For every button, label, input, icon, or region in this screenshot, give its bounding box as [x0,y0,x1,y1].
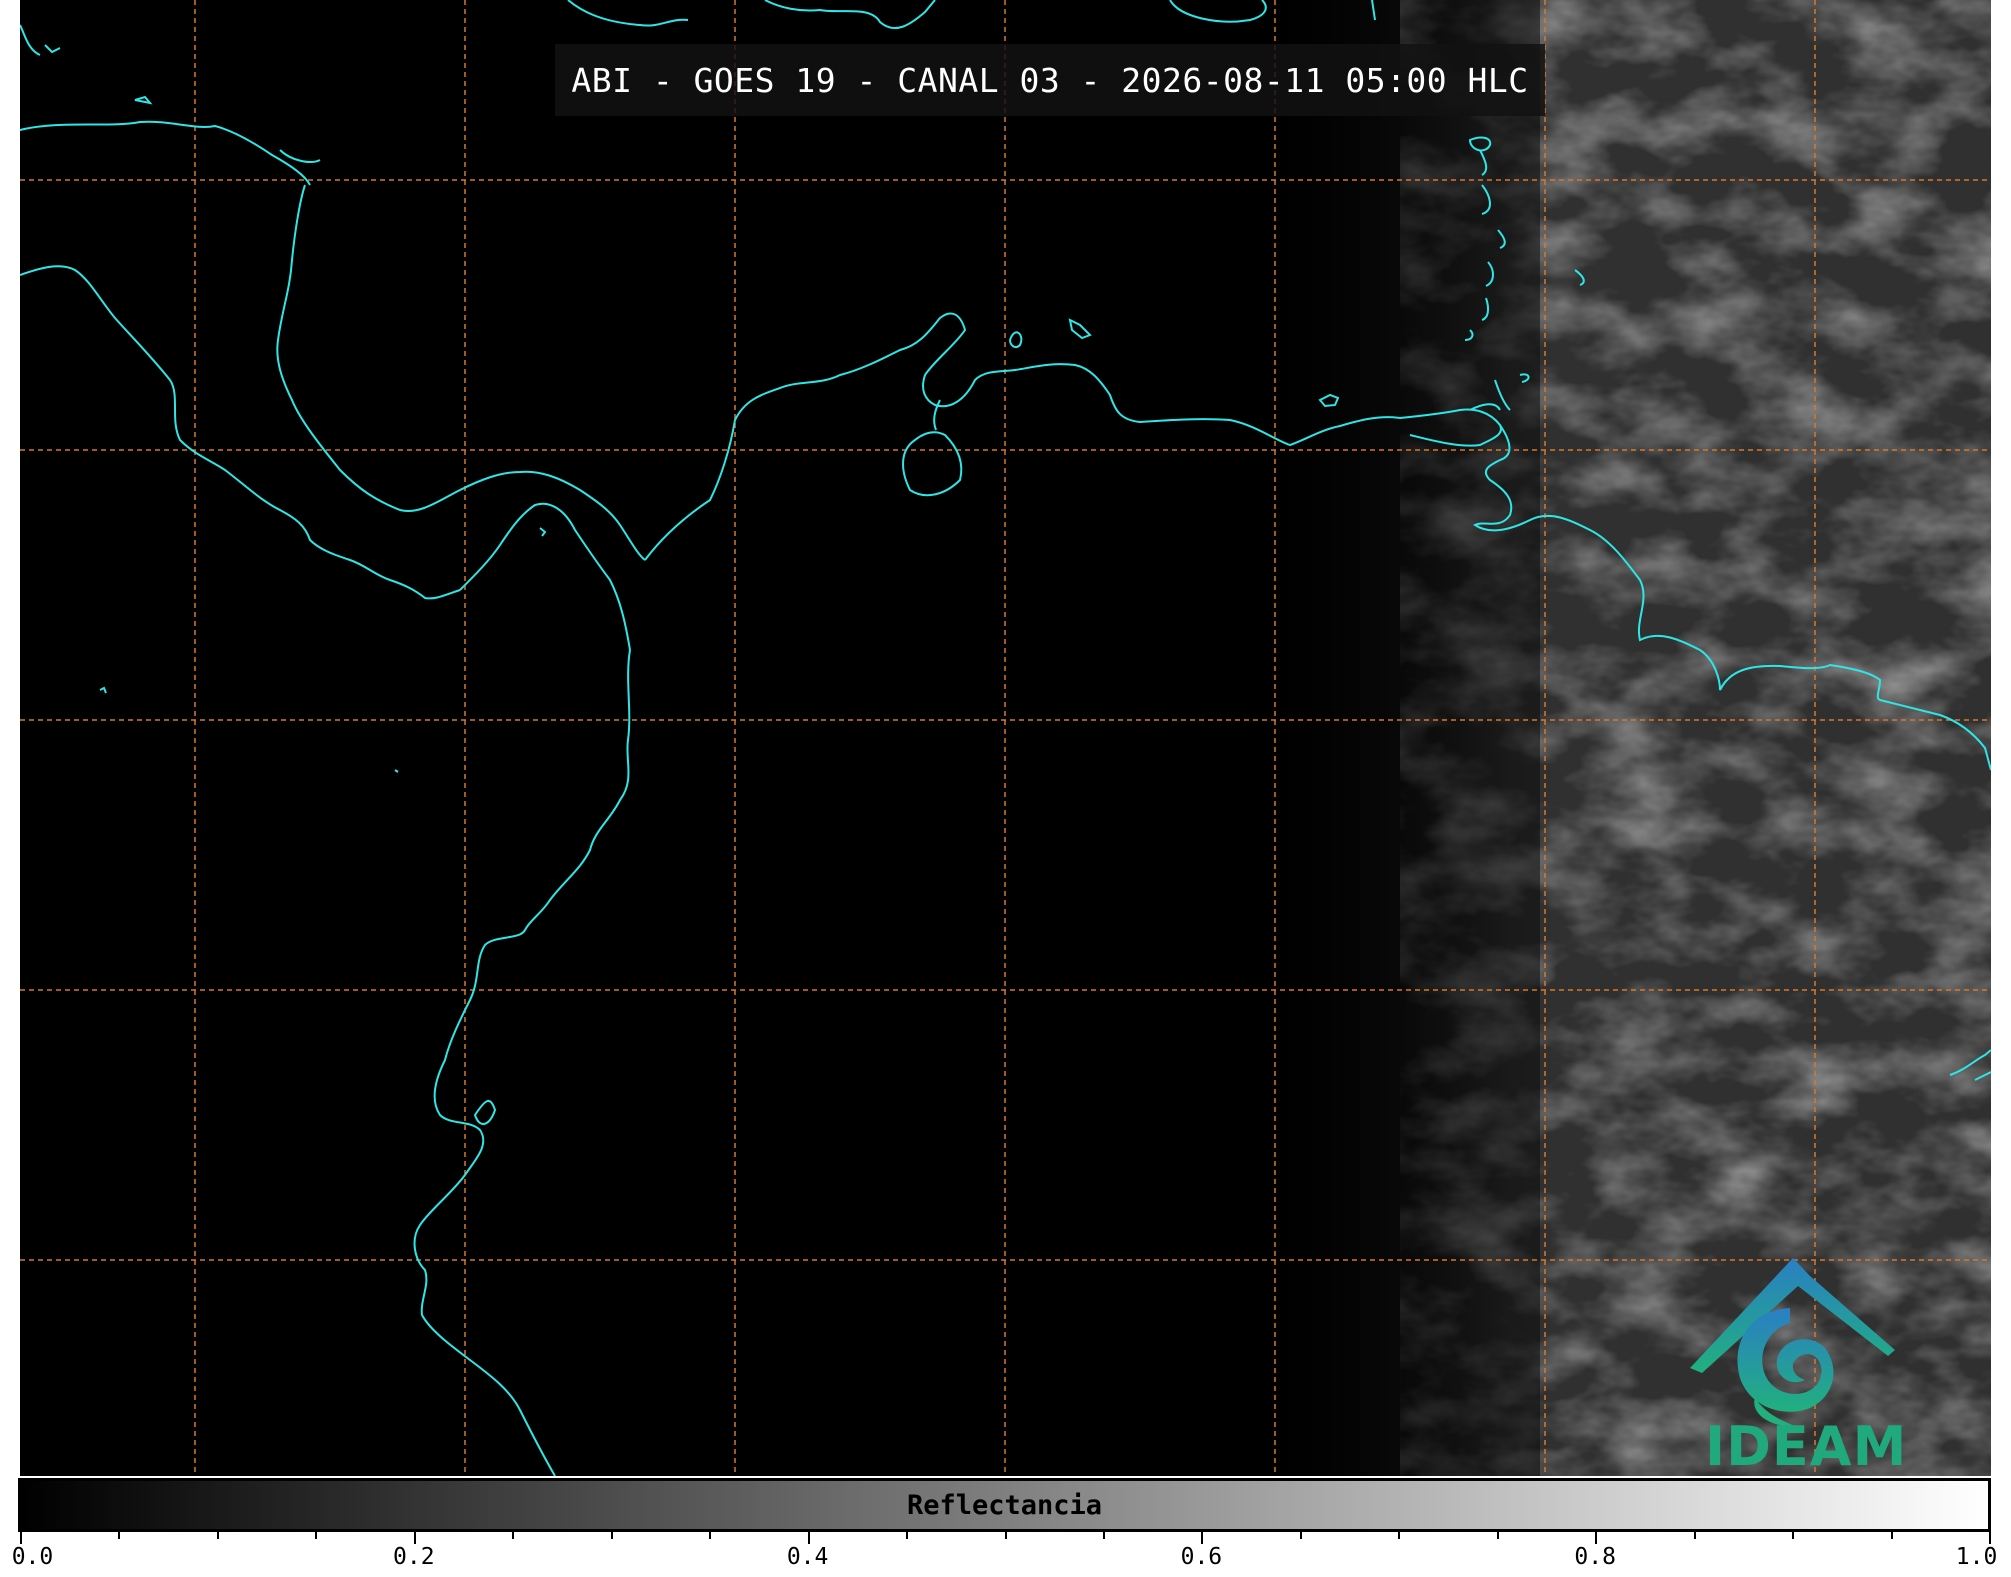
satellite-map: ABI - GOES 19 - CANAL 03 - 2026-08-11 05… [20,0,1991,1476]
colorbar-label: Reflectancia [906,1489,1103,1521]
colorbar-tick-label: 1.0 [1955,1544,1998,1570]
colorbar-minor-tick [709,1532,712,1539]
colorbar-minor-tick [512,1532,515,1539]
colorbar-major-tick [1201,1532,1204,1544]
colorbar-major-tick [20,1532,22,1544]
colorbar: Reflectancia [18,1478,1991,1532]
colorbar-minor-tick [1102,1532,1105,1539]
colorbar-minor-tick [610,1532,613,1539]
colorbar-tick-label: 0.4 [786,1544,829,1570]
colorbar-major-tick [413,1532,416,1544]
colorbar-minor-tick [315,1532,318,1539]
colorbar-major-tick [1595,1532,1598,1544]
colorbar-minor-tick [1004,1532,1007,1539]
colorbar-minor-tick [906,1532,909,1539]
colorbar-minor-tick [1496,1532,1499,1539]
colorbar-major-tick [807,1532,810,1544]
map-title-box: ABI - GOES 19 - CANAL 03 - 2026-08-11 05… [555,44,1545,116]
colorbar-tick-label: 0.8 [1574,1544,1616,1570]
colorbar-ticks: 0.0 0.2 0.4 0.6 0.8 1.0 [12,1532,1997,1577]
colorbar-minor-tick [1792,1532,1795,1539]
colorbar-minor-tick [1890,1532,1893,1539]
colorbar-minor-tick [1693,1532,1696,1539]
map-title: ABI - GOES 19 - CANAL 03 - 2026-08-11 05… [571,60,1529,100]
colorbar-tick-label: 0.6 [1180,1544,1223,1570]
colorbar-major-tick [1989,1532,1991,1544]
colorbar-tick-label: 0.2 [393,1544,435,1570]
ideam-logo-text: IDEAM [1705,1415,1908,1476]
colorbar-minor-tick [1398,1532,1401,1539]
colorbar-minor-tick [1299,1532,1302,1539]
colorbar-minor-tick [118,1532,121,1539]
colorbar-tick-label: 0.0 [11,1544,54,1570]
colorbar-minor-tick [216,1532,219,1539]
